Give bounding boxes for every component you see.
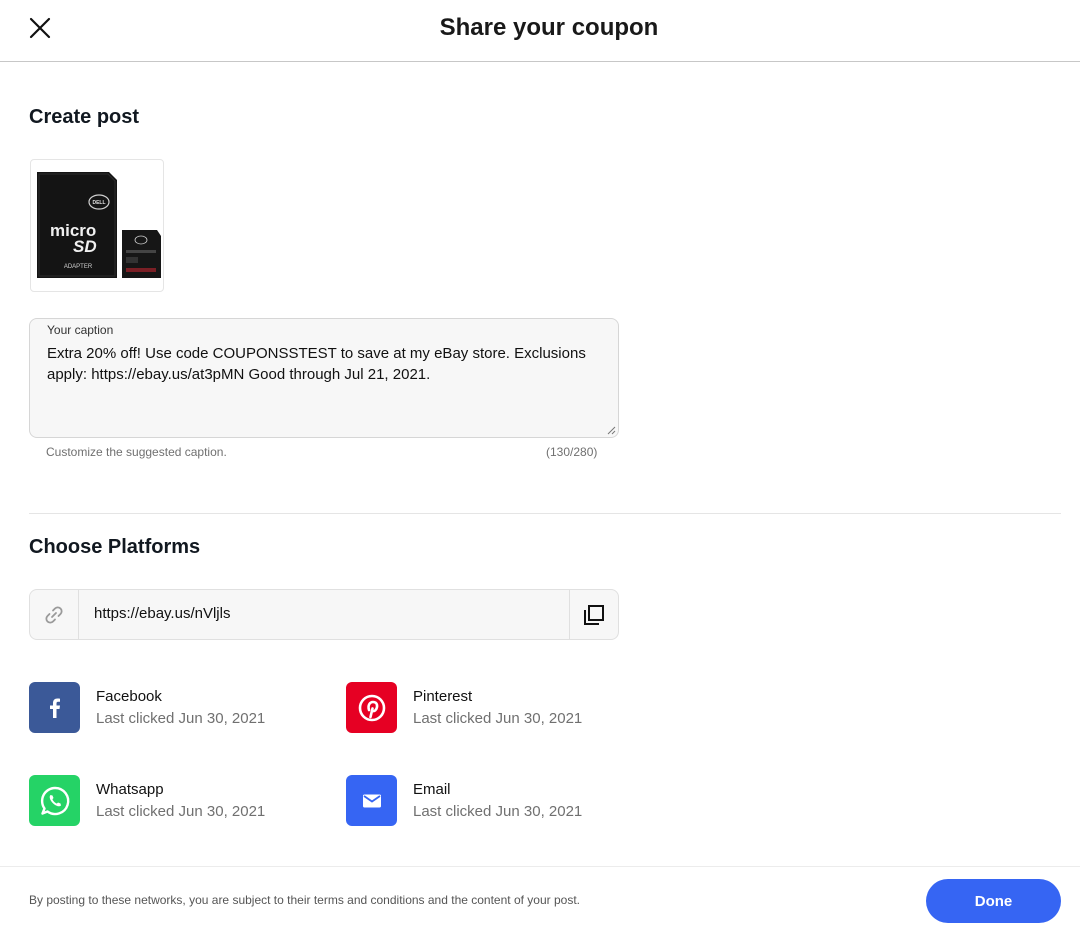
platform-last-clicked: Last clicked Jun 30, 2021 (413, 803, 583, 820)
platform-pinterest[interactable]: Pinterest Last clicked Jun 30, 2021 (346, 682, 626, 734)
terms-note: By posting to these networks, you are su… (29, 893, 580, 907)
platform-facebook[interactable]: Facebook Last clicked Jun 30, 2021 (29, 682, 309, 734)
resize-handle-icon[interactable] (606, 425, 616, 435)
dialog-header: Share your coupon (0, 0, 1080, 62)
caption-char-counter: (130/280) (546, 445, 598, 459)
caption-helper-text: Customize the suggested caption. (46, 445, 227, 459)
platform-last-clicked: Last clicked Jun 30, 2021 (96, 803, 266, 820)
caption-label: Your caption (47, 323, 114, 337)
copy-icon (584, 604, 604, 625)
platform-name: Email (413, 781, 451, 798)
platform-last-clicked: Last clicked Jun 30, 2021 (413, 710, 583, 727)
create-post-title: Create post (29, 106, 140, 128)
caption-field[interactable]: Your caption (29, 318, 619, 438)
platform-name: Pinterest (413, 688, 473, 705)
platform-name: Whatsapp (96, 781, 164, 798)
caption-input[interactable] (47, 343, 607, 423)
choose-platforms-title: Choose Platforms (29, 536, 201, 558)
facebook-icon (29, 682, 80, 733)
pinterest-icon (346, 682, 397, 733)
dialog-title: Share your coupon (439, 14, 659, 41)
card-adapter-text: ADAPTER (64, 264, 93, 270)
platform-last-clicked: Last clicked Jun 30, 2021 (96, 710, 266, 727)
platform-name: Facebook (96, 688, 162, 705)
share-link-url[interactable]: https://ebay.us/nVljls (94, 605, 230, 622)
product-image: DELL micro SD ADAPTER (30, 159, 164, 292)
email-icon (346, 775, 397, 826)
share-link-field: https://ebay.us/nVljls (29, 589, 619, 640)
section-divider (29, 513, 1061, 514)
dialog-footer: By posting to these networks, you are su… (0, 866, 1080, 931)
done-button[interactable]: Done (926, 879, 1061, 923)
card-brand-text: DELL (92, 200, 105, 206)
copy-link-button[interactable] (569, 590, 618, 639)
whatsapp-icon (29, 775, 80, 826)
platform-whatsapp[interactable]: Whatsapp Last clicked Jun 30, 2021 (29, 775, 309, 827)
link-icon (30, 590, 79, 639)
card-sd-text: SD (73, 237, 97, 256)
platform-email[interactable]: Email Last clicked Jun 30, 2021 (346, 775, 626, 827)
